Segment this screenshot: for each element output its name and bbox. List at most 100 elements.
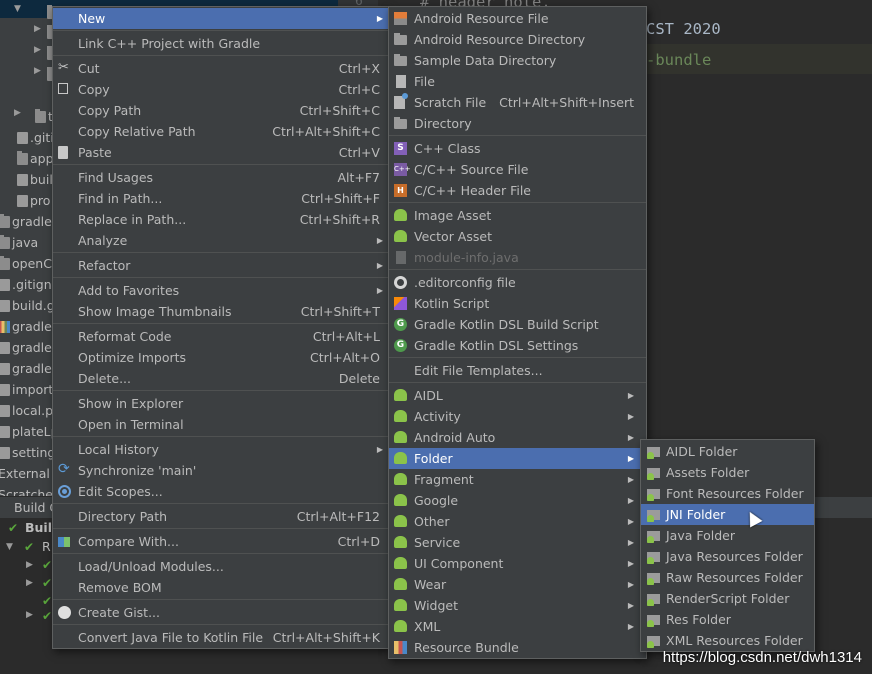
menu-item-resource-bundle[interactable]: Resource Bundle (389, 637, 646, 658)
menu-item-assets-folder[interactable]: Assets Folder (641, 462, 814, 483)
menu-item-other[interactable]: Other ▶ (389, 511, 646, 532)
menu-item-jni-folder[interactable]: JNI Folder (641, 504, 814, 525)
menu-item-edit-file-templates[interactable]: Edit File Templates... (389, 360, 646, 381)
menu-item-xml[interactable]: XML ▶ (389, 616, 646, 637)
menu-item-gradle-kotlin-dsl-settings[interactable]: G Gradle Kotlin DSL Settings (389, 335, 646, 356)
project-tree-item[interactable]: gradle (0, 337, 60, 358)
menu-item-widget[interactable]: Widget ▶ (389, 595, 646, 616)
menu-item-c-c-source-file[interactable]: C++ C/C++ Source File (389, 159, 646, 180)
project-tree-item[interactable]: local.p (0, 400, 60, 421)
menu-item-vector-asset[interactable]: Vector Asset (389, 226, 646, 247)
menu-item-refactor[interactable]: Refactor ▶ (53, 255, 388, 276)
menu-item-show-in-explorer[interactable]: Show in Explorer (53, 393, 388, 414)
menu-item-create-gist[interactable]: Create Gist... (53, 602, 388, 623)
menu-item-copy-relative-path[interactable]: Copy Relative Path Ctrl+Alt+Shift+C (53, 121, 388, 142)
chevron-right-icon[interactable]: ▶ (26, 560, 33, 570)
menu-item-renderscript-folder[interactable]: RenderScript Folder (641, 588, 814, 609)
project-tree-item[interactable]: Scratches (0, 484, 60, 496)
project-tree-item[interactable]: pro (0, 190, 60, 211)
menu-item-xml-resources-folder[interactable]: XML Resources Folder (641, 630, 814, 651)
project-tree-item[interactable]: gradle (0, 211, 60, 232)
project-tree-item[interactable]: import (0, 379, 60, 400)
menu-item-compare-with[interactable]: Compare With... Ctrl+D (53, 531, 388, 552)
menu-item-android-resource-directory[interactable]: Android Resource Directory (389, 29, 646, 50)
chevron-right-icon[interactable]: ▶ (26, 610, 33, 620)
menu-item-edit-scopes[interactable]: Edit Scopes... (53, 481, 388, 502)
project-tree-item[interactable]: t (0, 106, 60, 127)
project-tree-item[interactable] (0, 22, 60, 43)
menu-item-new[interactable]: New ▶ (53, 8, 388, 29)
menu-item-paste[interactable]: Paste Ctrl+V (53, 142, 388, 163)
menu-item-wear[interactable]: Wear ▶ (389, 574, 646, 595)
chevron-right-icon[interactable]: ▶ (34, 66, 41, 76)
menu-item-find-usages[interactable]: Find Usages Alt+F7 (53, 167, 388, 188)
chevron-down-icon[interactable]: ▼ (6, 542, 13, 552)
menu-item-res-folder[interactable]: Res Folder (641, 609, 814, 630)
menu-item-scratch-file[interactable]: Scratch File Ctrl+Alt+Shift+Insert (389, 92, 646, 113)
menu-item-editorconfig-file[interactable]: .editorconfig file (389, 272, 646, 293)
menu-item-copy-path[interactable]: Copy Path Ctrl+Shift+C (53, 100, 388, 121)
project-tree-item[interactable]: java (0, 232, 60, 253)
menu-item-fragment[interactable]: Fragment ▶ (389, 469, 646, 490)
chevron-right-icon[interactable]: ▶ (34, 45, 41, 55)
project-tree-item[interactable]: plateLp (0, 421, 60, 442)
menu-item-local-history[interactable]: Local History ▶ (53, 439, 388, 460)
project-tree-item[interactable]: openC (0, 253, 60, 274)
menu-item-image-asset[interactable]: Image Asset (389, 205, 646, 226)
project-tree-item[interactable] (0, 43, 60, 64)
menu-item-directory[interactable]: Directory (389, 113, 646, 134)
project-tree-item[interactable]: buil (0, 169, 60, 190)
chevron-right-icon[interactable]: ▶ (34, 24, 41, 34)
menu-item-font-resources-folder[interactable]: Font Resources Folder (641, 483, 814, 504)
menu-item-c-c-header-file[interactable]: H C/C++ Header File (389, 180, 646, 201)
menu-item-java-resources-folder[interactable]: Java Resources Folder (641, 546, 814, 567)
menu-item-convert-java-file-to-kotlin-file[interactable]: Convert Java File to Kotlin File Ctrl+Alt… (53, 627, 388, 648)
menu-item-replace-in-path[interactable]: Replace in Path... Ctrl+Shift+R (53, 209, 388, 230)
menu-item-load-unload-modules[interactable]: Load/Unload Modules... (53, 556, 388, 577)
project-tree-item[interactable]: gradle (0, 358, 60, 379)
menu-item-activity[interactable]: Activity ▶ (389, 406, 646, 427)
menu-item-c-class[interactable]: S C++ Class (389, 138, 646, 159)
build-run-label[interactable]: R (42, 539, 51, 554)
menu-item-gradle-kotlin-dsl-build-script[interactable]: G Gradle Kotlin DSL Build Script (389, 314, 646, 335)
chevron-right-icon[interactable]: ▶ (26, 578, 33, 588)
project-tree-item[interactable]: gradle (0, 316, 60, 337)
chevron-right-icon[interactable]: ▶ (14, 108, 21, 118)
project-tree-item[interactable]: app (0, 148, 60, 169)
menu-item-sample-data-directory[interactable]: Sample Data Directory (389, 50, 646, 71)
menu-item-google[interactable]: Google ▶ (389, 490, 646, 511)
menu-item-android-resource-file[interactable]: Android Resource File (389, 8, 646, 29)
menu-item-analyze[interactable]: Analyze ▶ (53, 230, 388, 251)
menu-item-aidl-folder[interactable]: AIDL Folder (641, 441, 814, 462)
project-tree-item[interactable] (0, 64, 60, 85)
menu-item-open-in-terminal[interactable]: Open in Terminal (53, 414, 388, 435)
menu-item-delete[interactable]: Delete... Delete (53, 368, 388, 389)
menu-item-directory-path[interactable]: Directory Path Ctrl+Alt+F12 (53, 506, 388, 527)
menu-item-android-auto[interactable]: Android Auto ▶ (389, 427, 646, 448)
menu-item-optimize-imports[interactable]: Optimize Imports Ctrl+Alt+O (53, 347, 388, 368)
project-tree-item[interactable]: build.g (0, 295, 60, 316)
menu-item-show-image-thumbnails[interactable]: Show Image Thumbnails Ctrl+Shift+T (53, 301, 388, 322)
menu-item-synchronize-main[interactable]: ⟳ Synchronize 'main' (53, 460, 388, 481)
menu-item-file[interactable]: File (389, 71, 646, 92)
project-tree-item[interactable]: .gitigno (0, 274, 60, 295)
menu-item-find-in-path[interactable]: Find in Path... Ctrl+Shift+F (53, 188, 388, 209)
project-tree-item[interactable]: External L (0, 463, 61, 484)
menu-item-reformat-code[interactable]: Reformat Code Ctrl+Alt+L (53, 326, 388, 347)
project-tree-item[interactable]: .giti (0, 127, 60, 148)
chevron-down-icon[interactable]: ▼ (14, 4, 21, 14)
menu-item-kotlin-script[interactable]: Kotlin Script (389, 293, 646, 314)
menu-item-java-folder[interactable]: Java Folder (641, 525, 814, 546)
menu-item-raw-resources-folder[interactable]: Raw Resources Folder (641, 567, 814, 588)
menu-item-ui-component[interactable]: UI Component ▶ (389, 553, 646, 574)
menu-item-aidl[interactable]: AIDL ▶ (389, 385, 646, 406)
menu-item-remove-bom[interactable]: Remove BOM (53, 577, 388, 598)
menu-item-add-to-favorites[interactable]: Add to Favorites ▶ (53, 280, 388, 301)
menu-item-folder[interactable]: Folder ▶ (389, 448, 646, 469)
menu-item-copy[interactable]: Copy Ctrl+C (53, 79, 388, 100)
menu-item-link-c-project-with-gradle[interactable]: Link C++ Project with Gradle (53, 33, 388, 54)
project-tree-item[interactable]: ma (0, 2, 80, 23)
project-tree-item[interactable]: setting (0, 442, 60, 463)
menu-item-cut[interactable]: ✂ Cut Ctrl+X (53, 58, 388, 79)
menu-item-service[interactable]: Service ▶ (389, 532, 646, 553)
